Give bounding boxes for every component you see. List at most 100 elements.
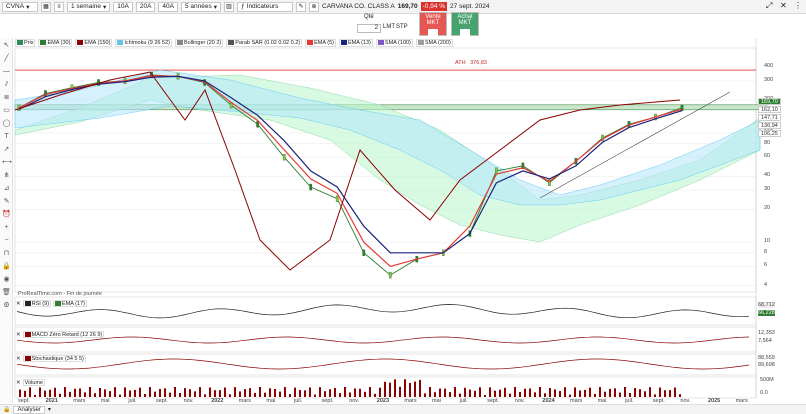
close-icon[interactable]: ✕ (16, 301, 21, 307)
candle (521, 162, 525, 170)
magnet-icon[interactable]: ⊓ (2, 249, 11, 258)
y-tick-label: 60 (764, 153, 771, 160)
rsi-value-2: 66,228 (758, 310, 775, 316)
macd-label[interactable]: MACD Zéro Retard (12 26 9) (22, 331, 105, 338)
draw-tool-icon[interactable]: ✎ (296, 1, 307, 12)
chart-type-icon[interactable]: ▥ (224, 1, 235, 12)
lock-icon[interactable]: 🔒 (3, 406, 10, 413)
close-icon[interactable]: ✕ (16, 332, 21, 338)
volume-bar (384, 381, 386, 397)
macd-value-2: 7,564 (758, 338, 772, 344)
text-icon[interactable]: T (2, 132, 11, 141)
range-20a-button[interactable]: 20A (135, 1, 156, 12)
legend-item[interactable]: EMA (30) (38, 38, 73, 47)
legend-item[interactable]: Bollinger (20 2) (174, 38, 224, 47)
range-40a-button[interactable]: 40A (158, 1, 178, 12)
volume-bar (29, 387, 31, 397)
legend-item[interactable]: EMA (13) (338, 38, 373, 47)
volume-label[interactable]: Volume (22, 379, 45, 386)
rsi-ema-label[interactable]: EMA (17) (53, 300, 87, 307)
lock-icon[interactable]: 🔒 (2, 262, 11, 271)
rsi-legend: ✕ RSI (9) EMA (17) (16, 300, 87, 307)
volume-bar (619, 392, 621, 397)
ellipse-icon[interactable]: ◯ (2, 119, 11, 128)
close-icon[interactable]: ✕ (16, 380, 21, 386)
panel-frame (14, 353, 757, 376)
quantity-input[interactable]: 2 (357, 24, 381, 33)
eye-icon[interactable]: ◉ (2, 275, 11, 284)
timeframe-select[interactable]: 1 semaine ▾ (67, 1, 111, 12)
period-select[interactable]: 5 années ▾ (181, 1, 222, 12)
compare-icon[interactable]: ≡ (54, 1, 64, 12)
legend-item[interactable]: Ichimoku (9 26 52) (115, 38, 172, 47)
close-icon[interactable]: ✕ (16, 356, 21, 362)
indicators-button[interactable]: ƒ Indicateurs (237, 1, 294, 12)
stop-order-button[interactable]: STP (396, 24, 408, 30)
legend-item[interactable]: EMA (5) (305, 38, 336, 47)
legend-item[interactable]: Prix (15, 38, 36, 47)
analyser-button[interactable]: Analyser (13, 405, 45, 414)
pitchfork-icon[interactable]: ⋔ (2, 171, 11, 180)
ticker-select[interactable]: CVNA ▾ (2, 1, 38, 12)
buy-market-button[interactable]: Achat MKT (451, 12, 479, 37)
volume-bar (454, 387, 456, 397)
menu-icon[interactable]: ⋮ (794, 1, 802, 10)
legend-item[interactable]: SMA (200) (415, 38, 453, 47)
range-10a-button[interactable]: 10A (113, 1, 133, 12)
volume-bar (654, 394, 656, 397)
stoch-swatch (24, 356, 31, 361)
rsi-label[interactable]: RSI (9) (22, 300, 52, 307)
legend-swatch (417, 40, 424, 45)
volume-bar (529, 388, 531, 397)
legend-item[interactable]: EMA (150) (75, 38, 113, 47)
volume-bar (84, 392, 86, 397)
fibonacci-icon[interactable]: ≣ (2, 93, 11, 102)
price-chart[interactable] (0, 0, 806, 414)
grid-icon[interactable]: ▦ (41, 1, 51, 12)
alert-icon[interactable]: ⏰ (2, 210, 11, 219)
horizontal-line-icon[interactable]: ― (2, 67, 11, 76)
ichimoku-cloud (14, 74, 761, 243)
legend-item[interactable]: Parab SAR (0.02 0.02 0.2) (226, 38, 303, 47)
series-line-ema-13- (18, 75, 683, 254)
channel-icon[interactable]: ⫽ (2, 80, 11, 89)
stoch-label[interactable]: Stochastique (34 5 5) (22, 355, 86, 362)
volume-bar (179, 392, 181, 397)
trend-line (539, 91, 731, 199)
gann-icon[interactable]: ⊿ (2, 184, 11, 193)
volume-bar (324, 391, 326, 397)
volume-bar (669, 390, 671, 397)
volume-bar (239, 391, 241, 397)
trash-icon[interactable]: 🗑 (2, 288, 11, 297)
trend-line-icon[interactable]: ╱ (2, 54, 11, 63)
volume-bar (44, 390, 46, 397)
settings-icon[interactable]: ⚙ (2, 301, 11, 310)
candle (601, 134, 604, 142)
fullscreen-icon[interactable]: ⤢ (766, 1, 772, 11)
volume-bar (54, 387, 56, 397)
arrow-icon[interactable]: ➚ (2, 145, 11, 154)
close-icon[interactable]: ✕ (780, 1, 787, 10)
volume-bar (74, 388, 76, 397)
volume-bar (679, 394, 681, 397)
drawing-toolbar: ↖ ╱ ― ⫽ ≣ ▭ ◯ T ➚ ⟷ ⋔ ⊿ ✎ ⏰ + − ⊓ 🔒 ◉ 🗑 … (0, 38, 13, 403)
y-tick-label: 80 (764, 139, 771, 146)
chevron-down-icon[interactable]: ▾ (48, 406, 51, 413)
volume-bar (419, 379, 421, 397)
legend-item[interactable]: SMA (100) (375, 38, 413, 47)
brush-icon[interactable]: ✎ (2, 197, 11, 206)
magnet-icon[interactable]: ⊕ (309, 1, 320, 12)
stoch-value-1: 88,559 (758, 355, 775, 361)
sell-market-button[interactable]: Vente MKT (419, 12, 447, 37)
limit-order-button[interactable]: LMT (383, 24, 395, 30)
zoom-in-icon[interactable]: + (2, 223, 11, 232)
y-tick-label: 8 (764, 248, 768, 255)
cursor-icon[interactable]: ↖ (2, 41, 11, 50)
candle (97, 79, 100, 86)
volume-bar (374, 393, 376, 397)
quantity-panel: Qté 2 LMT STP (355, 13, 411, 35)
measure-icon[interactable]: ⟷ (2, 158, 12, 167)
volume-bar (439, 388, 441, 397)
rectangle-icon[interactable]: ▭ (2, 106, 11, 115)
zoom-out-icon[interactable]: − (2, 236, 11, 245)
